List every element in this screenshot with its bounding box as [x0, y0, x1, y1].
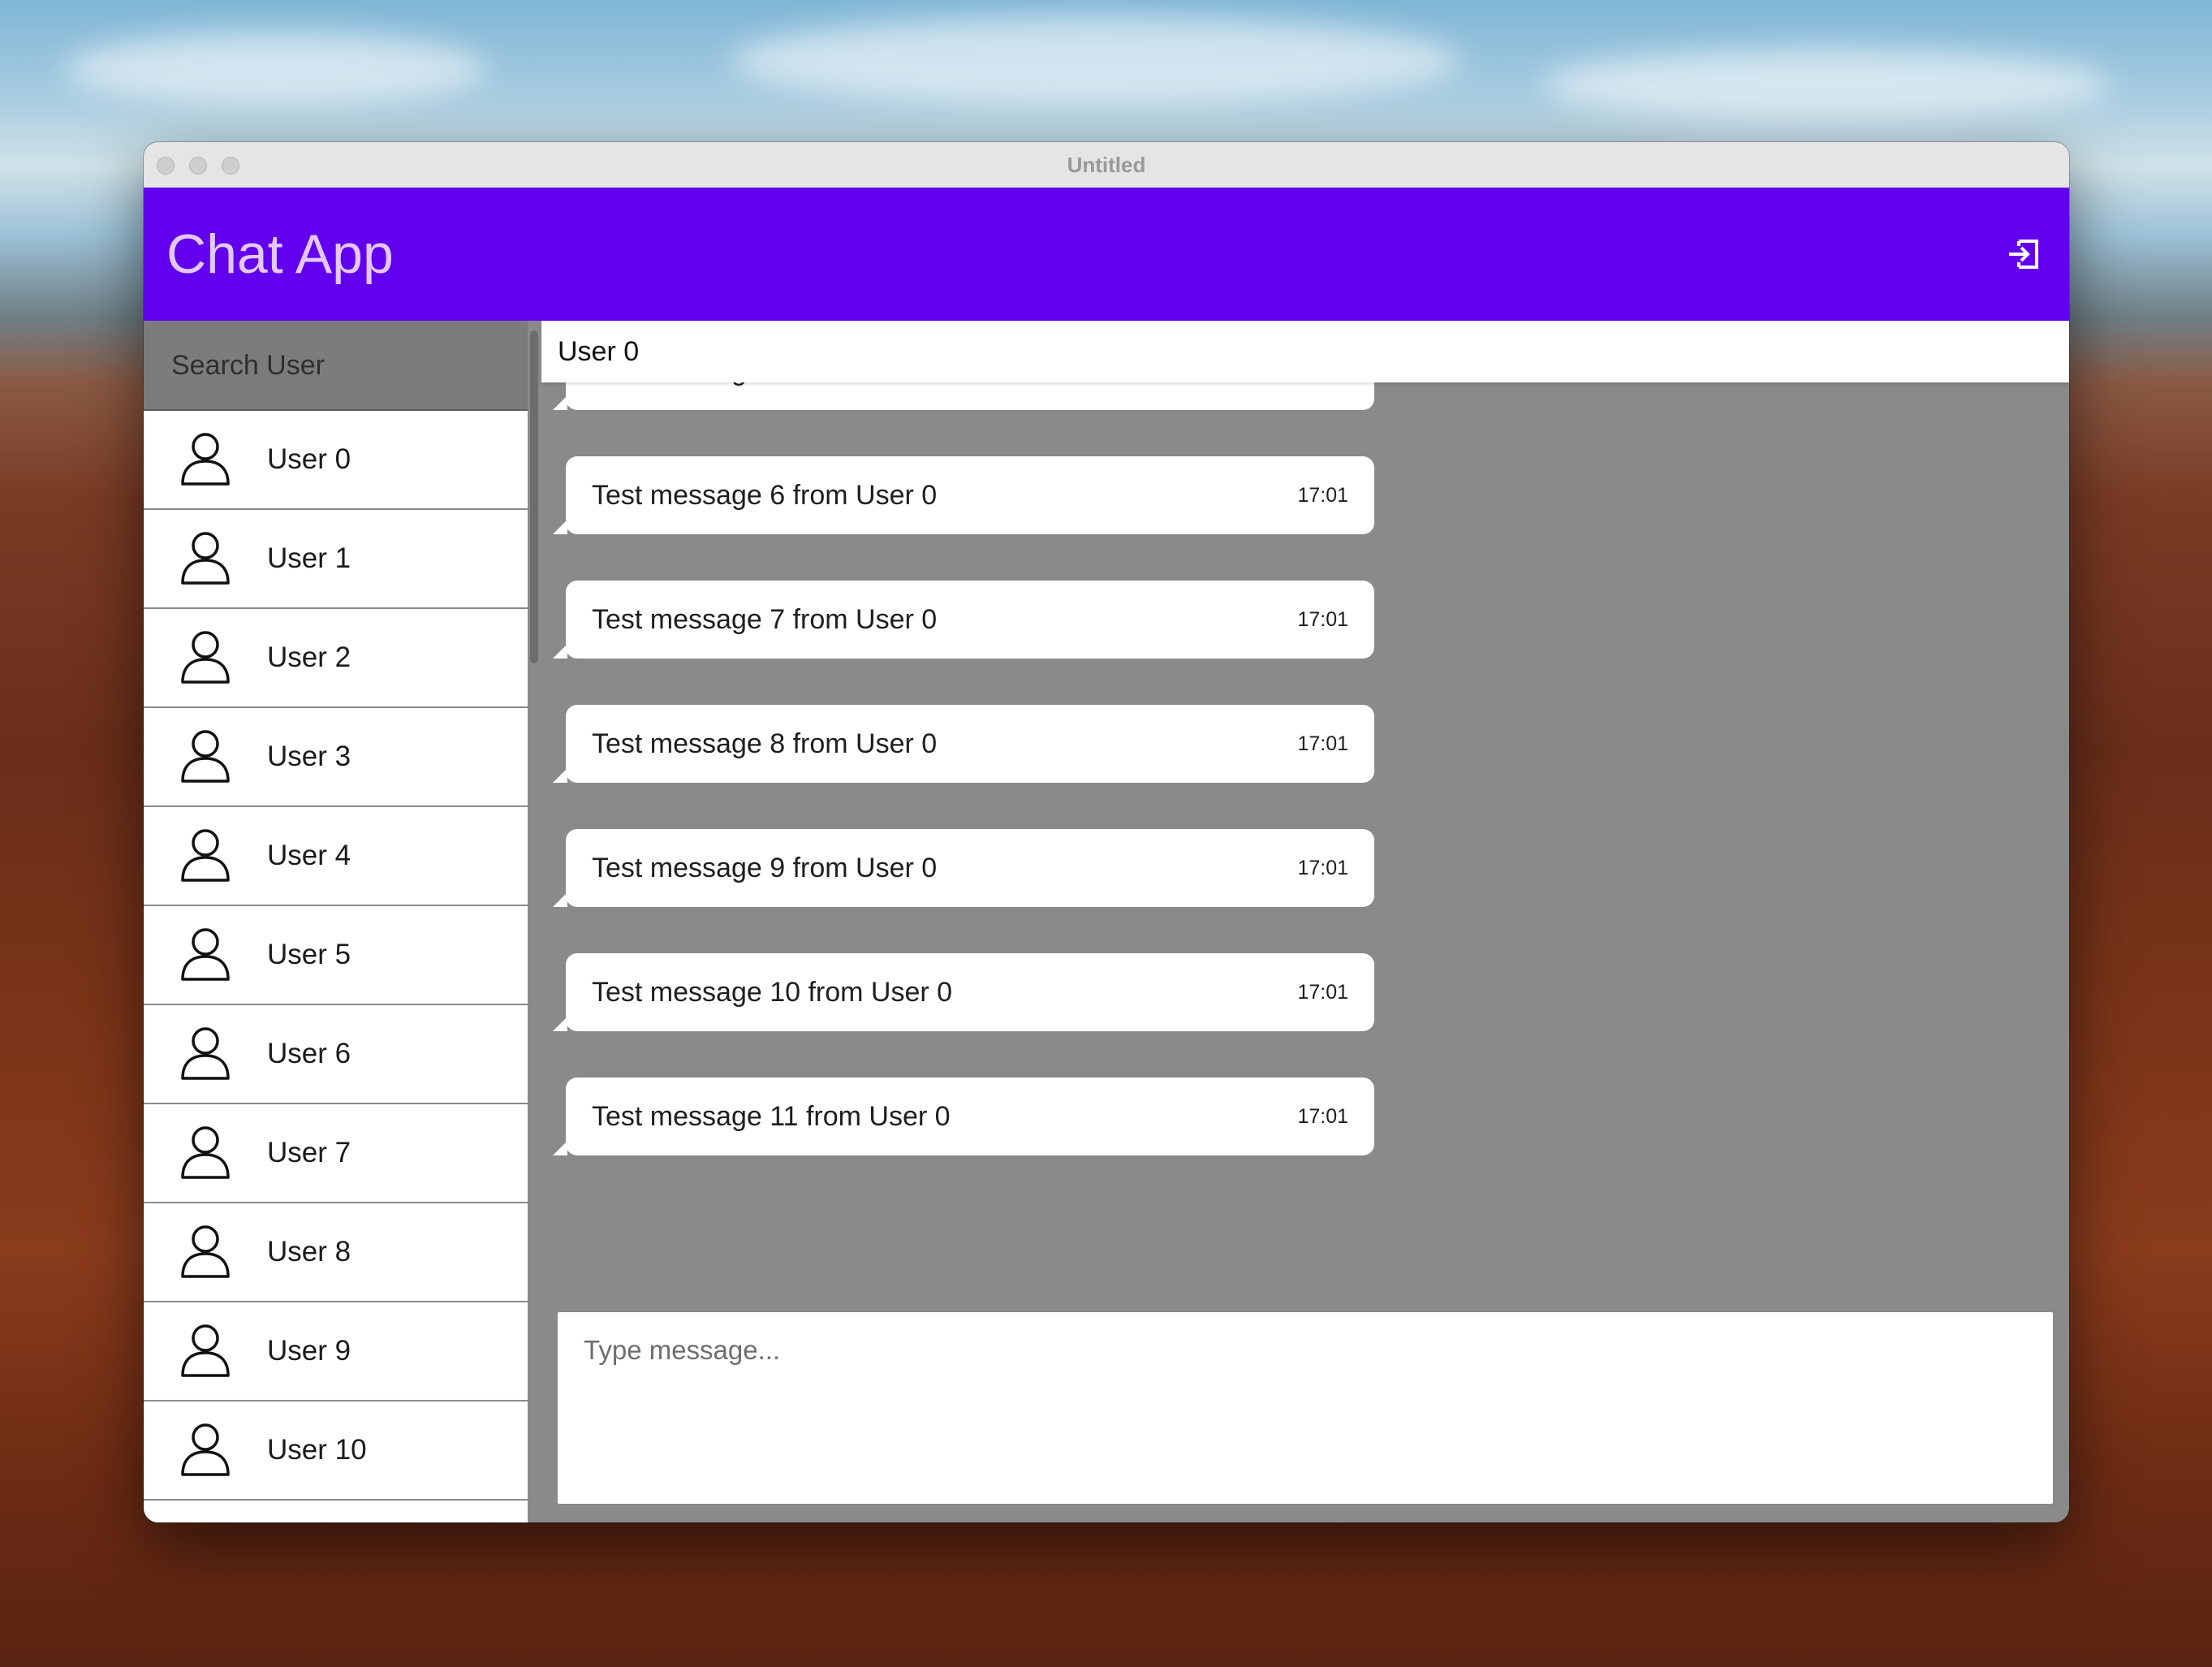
message-composer	[558, 1312, 2053, 1504]
message-text: Test message 7 from User 0	[592, 604, 938, 635]
message-text: Test message 9 from User 0	[592, 853, 938, 883]
message-text: Test message 6 from User 0	[592, 480, 938, 511]
app-title: Chat App	[166, 223, 394, 285]
message-bubble: Test message 6 from User 0 17:01	[553, 456, 1374, 534]
user-name: User 4	[267, 840, 351, 871]
person-icon	[181, 1225, 230, 1278]
message-bubble: Test message 10 from User 0 17:01	[553, 953, 1374, 1031]
person-icon	[181, 928, 230, 981]
message-bubble: Test message 7 from User 0 17:01	[553, 581, 1374, 659]
user-name: User 10	[267, 1434, 367, 1466]
app-window: Untitled Chat App User 0 User 1	[144, 142, 2069, 1522]
logout-icon	[2009, 240, 2038, 269]
user-name: User 5	[267, 939, 351, 970]
user-list-item[interactable]: User 5	[144, 906, 528, 1005]
user-list: User 0 User 1 User 2 User 3 User 4 User …	[144, 411, 528, 1522]
message-bubble: Test message 11 from User 0 17:01	[553, 1078, 1374, 1155]
user-name: User 7	[267, 1137, 351, 1168]
person-icon	[181, 1126, 230, 1179]
user-list-item[interactable]: User 8	[144, 1203, 528, 1302]
app-bar: Chat App	[144, 188, 2069, 321]
window-title: Untitled	[1067, 153, 1146, 177]
wallpaper-cloud	[65, 32, 487, 106]
message-time: 17:01	[1297, 1105, 1348, 1128]
person-icon	[181, 1027, 230, 1080]
user-name: User 3	[267, 741, 351, 772]
message-text: Test message 8 from User 0	[592, 728, 938, 759]
chat-header: User 0	[541, 321, 2069, 382]
window-titlebar: Untitled	[144, 142, 2069, 188]
message-bubble: Test message 9 from User 0 17:01	[553, 829, 1374, 907]
person-icon	[181, 631, 230, 684]
user-name: User 2	[267, 641, 351, 673]
user-name: User 0	[267, 443, 351, 475]
person-icon	[181, 1324, 230, 1377]
search-user-input[interactable]	[170, 321, 514, 411]
person-icon	[181, 1423, 230, 1476]
message-bubble: Test message 8 from User 0 17:01	[553, 705, 1374, 783]
user-name: User 8	[267, 1236, 351, 1268]
user-list-item[interactable]: User 1	[144, 510, 528, 609]
message-time: 17:01	[1297, 382, 1348, 410]
user-name: User 1	[267, 542, 351, 574]
person-icon	[181, 829, 230, 882]
message-time: 17:01	[1297, 981, 1348, 1004]
user-list-item[interactable]: User 7	[144, 1104, 528, 1203]
user-list-item[interactable]: User 4	[144, 807, 528, 906]
message-text: Test message 5 from User 0	[592, 382, 937, 410]
user-list-item[interactable]: User 3	[144, 708, 528, 807]
user-name: User 9	[267, 1335, 351, 1367]
person-icon	[181, 433, 230, 486]
message-text: Test message 10 from User 0	[592, 977, 953, 1008]
message-time: 17:01	[1297, 732, 1348, 755]
user-list-item[interactable]	[144, 1501, 528, 1522]
message-time: 17:01	[1297, 608, 1348, 631]
wallpaper-cloud	[731, 16, 1461, 106]
person-icon	[181, 730, 230, 783]
wallpaper-cloud	[1542, 49, 2111, 122]
user-list-item[interactable]: User 2	[144, 609, 528, 708]
person-icon	[178, 1520, 233, 1522]
sidebar-scroll-thumb[interactable]	[530, 330, 538, 663]
message-input[interactable]	[558, 1312, 2053, 1504]
message-time: 17:01	[1297, 484, 1348, 507]
message-bubble: Test message 5 from User 0 17:01	[553, 382, 1374, 410]
user-list-item[interactable]: User 6	[144, 1005, 528, 1104]
user-sidebar: User 0 User 1 User 2 User 3 User 4 User …	[144, 321, 528, 1522]
search-box	[144, 321, 528, 411]
user-list-item[interactable]: User 10	[144, 1401, 528, 1501]
logout-button[interactable]	[2004, 235, 2043, 274]
message-text: Test message 11 from User 0	[592, 1101, 951, 1132]
user-list-item[interactable]: User 9	[144, 1302, 528, 1401]
message-time: 17:01	[1297, 857, 1348, 879]
person-icon	[181, 532, 230, 585]
user-list-item[interactable]: User 0	[144, 411, 528, 510]
message-list: Test message 5 from User 0 17:01 Test me…	[541, 382, 2069, 1276]
user-name: User 6	[267, 1038, 351, 1069]
chat-header-name: User 0	[558, 336, 640, 367]
